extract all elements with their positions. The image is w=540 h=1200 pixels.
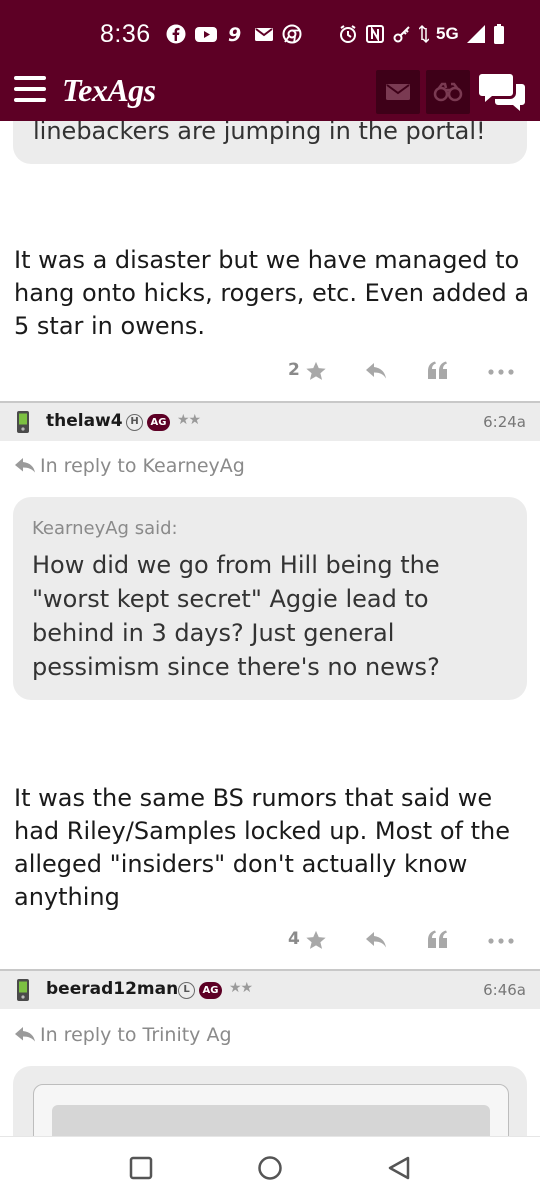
reply-arrow-icon [15,458,35,473]
alarm-icon [340,25,356,43]
username[interactable]: thelaw4 [46,411,123,431]
post-header: beerad12man L AG ★★ 6:46a [0,971,540,1009]
post-time: 6:46a [483,981,526,999]
post-body: It was the same BS rumors that said we h… [14,784,510,911]
status-bar: 8:36 9 5G [0,0,540,68]
post-actions: 4 [0,926,540,956]
svg-text:9: 9 [228,24,241,44]
battery-icon [493,24,504,44]
game-icon: 9 [228,24,241,44]
quote-author: KearneyAg said: [32,518,178,539]
post-body: It was a disaster but we have managed to… [14,246,530,340]
ag-badge: AG [199,982,222,999]
rank-stars: ★★ [177,412,201,428]
user-badge: H [126,414,143,431]
system-nav-bar [0,1136,540,1200]
quote-block [13,1066,527,1136]
data-arrows-icon [419,24,429,44]
status-time: 8:36 [100,20,151,48]
star-count: 2 [288,360,300,380]
phone-icon [17,979,29,1001]
network-type: 5G [436,24,459,43]
reply-arrow-icon [15,1027,35,1042]
nfc-icon [366,25,384,43]
gmail-icon [255,28,273,41]
more-icon[interactable] [488,938,514,944]
quote-icon[interactable] [426,929,448,949]
nav-header: TexAgs [0,68,540,121]
username[interactable]: beerad12man [46,979,178,999]
youtube-icon [195,27,217,42]
thread-content[interactable]: linebackers are jumping in the portal! I… [0,0,540,1136]
messages-button[interactable] [376,70,420,114]
phone-icon [17,411,29,433]
key-icon [393,26,410,43]
watchlist-button[interactable] [426,70,470,114]
recents-icon[interactable] [128,1155,154,1181]
app-header: 8:36 9 5G TexAgs [0,0,540,121]
post-time: 6:24a [483,413,526,431]
reply-icon[interactable] [364,930,388,950]
back-icon[interactable] [386,1155,412,1181]
more-icon[interactable] [488,369,514,375]
site-logo[interactable]: TexAgs [62,72,156,109]
reply-icon[interactable] [364,361,388,381]
reply-to-text: In reply to KearneyAg [40,455,245,477]
reply-to-text: In reply to Trinity Ag [40,1024,232,1046]
nested-quote-block [33,1084,509,1136]
facebook-icon [166,24,186,44]
star-count: 4 [288,929,300,949]
post-actions: 2 [0,357,540,387]
signal-icon [466,25,485,43]
quote-icon[interactable] [426,360,448,380]
home-icon[interactable] [257,1155,283,1181]
rank-stars: ★★ [229,980,253,996]
chat-icon[interactable] [478,72,526,114]
quote-text: How did we go from Hill being the "worst… [32,551,440,681]
reply-to-link[interactable]: In reply to Trinity Ag [14,1024,232,1046]
star-icon[interactable] [305,929,327,951]
binoculars-icon [433,82,463,102]
user-badge: L [178,982,195,999]
menu-icon[interactable] [14,76,46,102]
mail-icon [386,84,410,100]
ag-badge: AG [147,414,170,431]
quote-block: KearneyAg said: How did we go from Hill … [13,497,527,700]
post-header: thelaw4 H AG ★★ 6:24a [0,403,540,441]
embedded-content [52,1105,490,1136]
star-icon[interactable] [305,360,327,382]
chrome-icon [282,24,302,44]
reply-to-link[interactable]: In reply to KearneyAg [14,455,245,477]
